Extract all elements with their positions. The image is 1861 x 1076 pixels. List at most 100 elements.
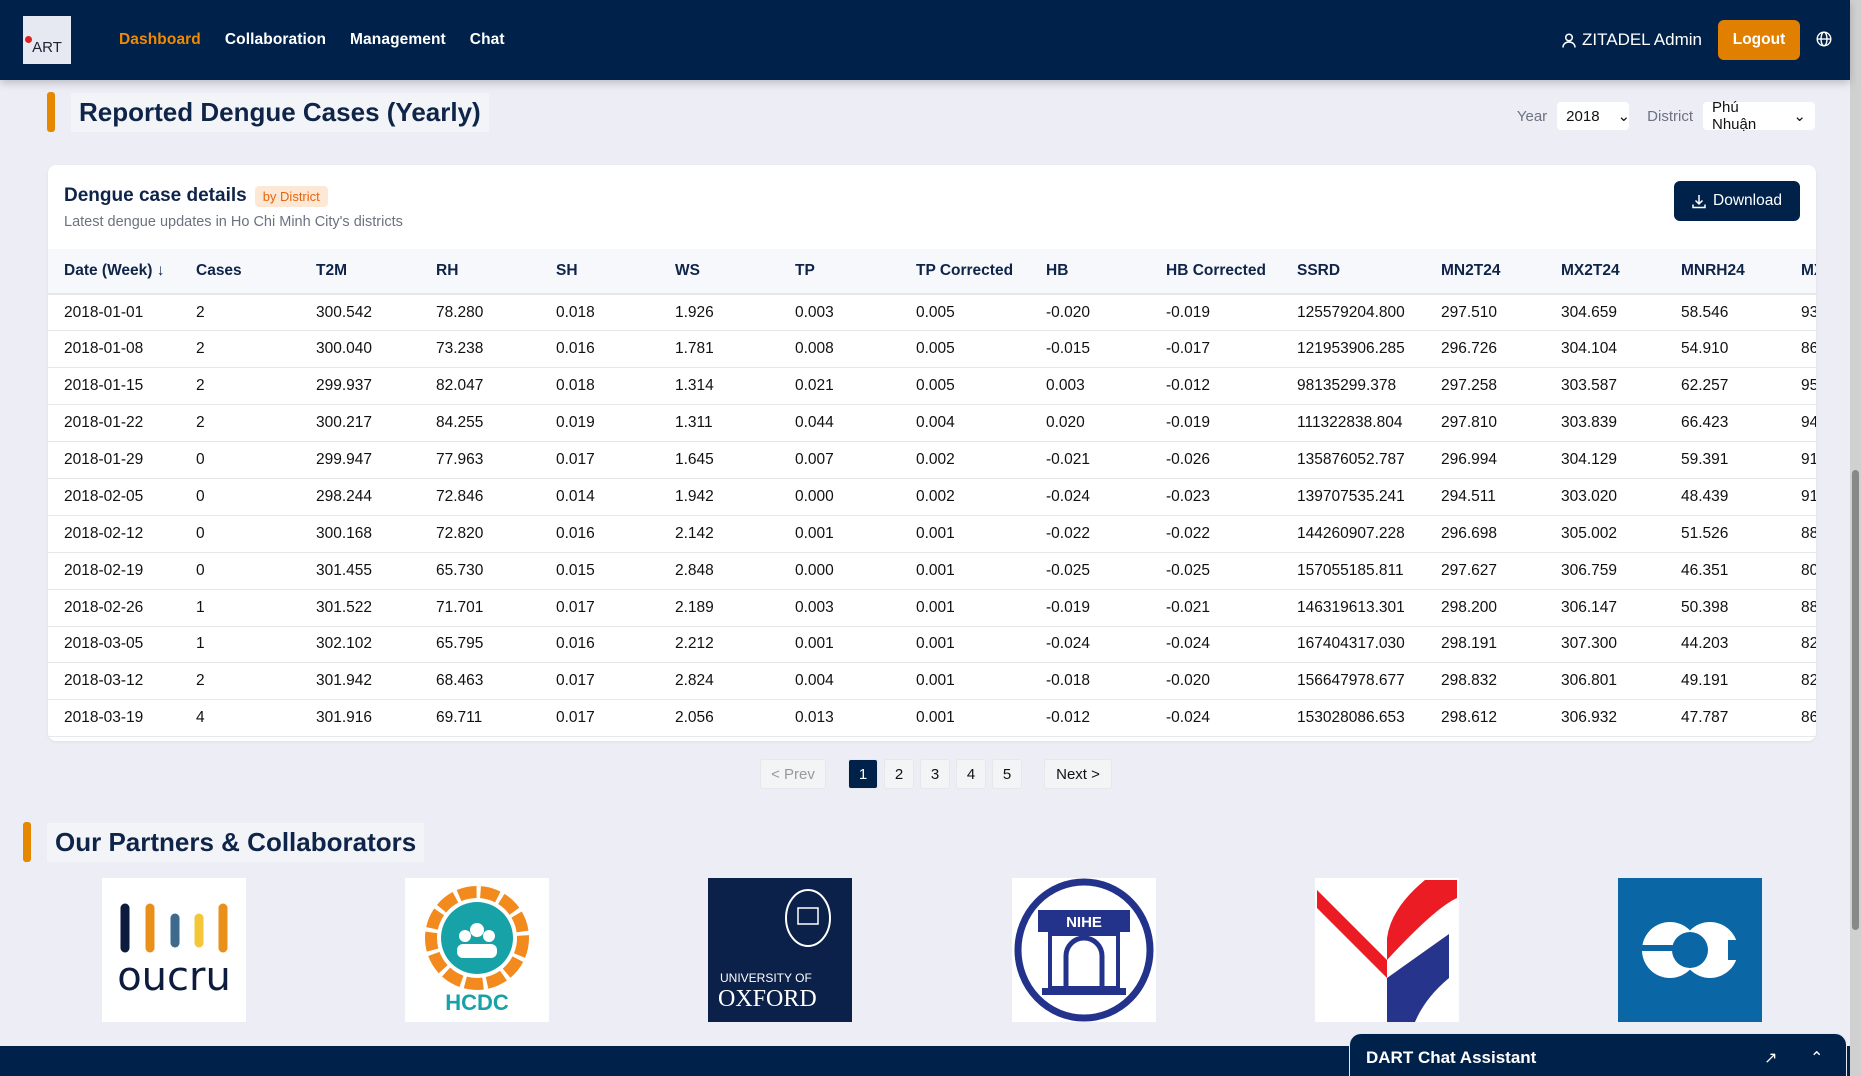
table-cell: 296.698 bbox=[1441, 515, 1561, 553]
nihe-logo[interactable]: NIHE bbox=[1012, 878, 1156, 1022]
table-row: 2018-02-12 0 300.168 72.820 0.016 2.142 0.001 0… bbox=[48, 515, 1816, 553]
table-cell: 300.040 bbox=[316, 330, 436, 369]
next-page-button[interactable]: Next > bbox=[1044, 759, 1112, 789]
page-1-button[interactable]: 1 bbox=[848, 759, 878, 789]
table-cell: 296.994 bbox=[1441, 441, 1561, 479]
district-select[interactable]: Phú Nhuận ⌄ bbox=[1703, 99, 1815, 133]
table-cell: 157055185.811 bbox=[1297, 552, 1441, 590]
svg-text:OXFORD: OXFORD bbox=[718, 986, 817, 1012]
download-label: Download bbox=[1713, 192, 1782, 209]
table-cell: 59.391 bbox=[1681, 441, 1801, 479]
table-cell: 2018-03-19 bbox=[48, 699, 196, 738]
table-cell: 2018-02-19 bbox=[48, 552, 196, 590]
table-cell: 95 bbox=[1801, 367, 1816, 406]
table-cell: 0.016 bbox=[556, 626, 675, 664]
dengue-table: Date (Week) ↓ Cases T2M RH SH WS TP TP Correcte… bbox=[48, 249, 1816, 738]
user-menu[interactable]: ZITADEL Admin bbox=[1562, 30, 1702, 50]
table-cell: 139707535.241 bbox=[1297, 478, 1441, 516]
chat-title: DART Chat Assistant bbox=[1366, 1048, 1537, 1067]
table-cell: 300.542 bbox=[316, 294, 436, 332]
chevron-down-icon: ⌄ bbox=[1617, 108, 1631, 125]
svg-text:NIHE: NIHE bbox=[1066, 914, 1102, 931]
table-row: 2018-03-05 1 302.102 65.795 0.016 2.212 0.001 0… bbox=[48, 626, 1816, 664]
page-3-button[interactable]: 3 bbox=[920, 759, 950, 789]
nav-management[interactable]: Management bbox=[350, 31, 446, 49]
table-cell: 0.001 bbox=[916, 626, 1046, 664]
table-cell: 144260907.228 bbox=[1297, 515, 1441, 553]
red-blue-y-logo[interactable] bbox=[1315, 878, 1459, 1022]
table-cell: 0.016 bbox=[556, 330, 675, 369]
card-subtitle: Latest dengue updates in Ho Chi Minh Cit… bbox=[64, 214, 403, 230]
table-cell: 0.007 bbox=[795, 441, 916, 479]
year-label: Year bbox=[1516, 107, 1548, 125]
table-cell: -0.020 bbox=[1166, 662, 1297, 701]
year-select[interactable]: 2018 ⌄ bbox=[1557, 102, 1631, 130]
table-cell: 0.000 bbox=[795, 478, 916, 516]
table-cell: 48.439 bbox=[1681, 478, 1801, 516]
table-cell: 302.102 bbox=[316, 626, 436, 664]
app-logo[interactable]: ART bbox=[23, 16, 71, 64]
table-cell: 0.017 bbox=[556, 662, 675, 701]
year-value: 2018 bbox=[1566, 107, 1600, 125]
table-cell: 304.104 bbox=[1561, 330, 1681, 369]
table-cell: 0 bbox=[196, 552, 316, 590]
table-cell: -0.019 bbox=[1166, 294, 1297, 332]
table-cell: 91 bbox=[1801, 478, 1816, 516]
table-cell: 300.168 bbox=[316, 515, 436, 553]
table-cell: 0.017 bbox=[556, 441, 675, 479]
page-4-button[interactable]: 4 bbox=[956, 759, 986, 789]
nav-collaboration[interactable]: Collaboration bbox=[225, 31, 326, 49]
table-cell: 0.003 bbox=[795, 294, 916, 332]
table-cell: 0.001 bbox=[916, 589, 1046, 627]
table-cell: 0.003 bbox=[1046, 367, 1166, 406]
user-name: ZITADEL Admin bbox=[1582, 30, 1702, 49]
column-header: TP Corrected bbox=[916, 249, 1046, 295]
table-cell: 300.217 bbox=[316, 404, 436, 443]
table-row: 2018-01-29 0 299.947 77.963 0.017 1.645 0.007 0… bbox=[48, 441, 1816, 479]
table-cell: 0.004 bbox=[916, 404, 1046, 443]
table-cell: 72.820 bbox=[436, 515, 556, 553]
table-cell: 77.963 bbox=[436, 441, 556, 479]
nav-chat[interactable]: Chat bbox=[470, 31, 505, 49]
table-row: 2018-02-19 0 301.455 65.730 0.015 2.848 0.000 0… bbox=[48, 552, 1816, 590]
prev-page-button[interactable]: < Prev bbox=[760, 759, 826, 789]
table-cell: 2 bbox=[196, 330, 316, 369]
table-cell: 0 bbox=[196, 441, 316, 479]
expand-icon[interactable]: ↗ bbox=[1764, 1048, 1777, 1068]
hcdc-logo[interactable]: HCDC bbox=[405, 878, 549, 1022]
district-value: Phú Nhuận bbox=[1712, 99, 1757, 133]
chevron-up-icon[interactable]: ⌃ bbox=[1810, 1048, 1823, 1068]
filters: Year 2018 ⌄ District Phú Nhuận ⌄ bbox=[1516, 99, 1815, 133]
table-cell: 303.020 bbox=[1561, 478, 1681, 516]
page-5-button[interactable]: 5 bbox=[992, 759, 1022, 789]
page-scrollbar[interactable] bbox=[1850, 0, 1861, 1076]
globe-icon[interactable] bbox=[1816, 31, 1832, 47]
download-button[interactable]: Download bbox=[1674, 181, 1800, 221]
svg-text:HCDC: HCDC bbox=[445, 990, 509, 1015]
table-row: 2018-01-22 2 300.217 84.255 0.019 1.311 0.044 0… bbox=[48, 404, 1816, 443]
column-header[interactable]: Date (Week) ↓ bbox=[48, 249, 196, 295]
logout-button[interactable]: Logout bbox=[1718, 20, 1800, 60]
table-cell: 125579204.800 bbox=[1297, 294, 1441, 332]
table-cell: 0.001 bbox=[795, 515, 916, 553]
page-2-button[interactable]: 2 bbox=[884, 759, 914, 789]
table-cell: 0.003 bbox=[795, 589, 916, 627]
oxford-logo[interactable]: UNIVERSITY OFOXFORD bbox=[708, 878, 852, 1022]
title-accent bbox=[23, 822, 31, 862]
table-cell: 0 bbox=[196, 478, 316, 516]
table-cell: 2 bbox=[196, 367, 316, 406]
table-cell: -0.022 bbox=[1166, 515, 1297, 553]
table-cell: 86 bbox=[1801, 699, 1816, 738]
oucru-logo[interactable]: oucru bbox=[102, 878, 246, 1022]
nav-dashboard[interactable]: Dashboard bbox=[119, 31, 201, 49]
chat-assistant-widget[interactable]: DART Chat Assistant ↗ ⌃ bbox=[1349, 1033, 1847, 1076]
table-cell: 0.001 bbox=[916, 552, 1046, 590]
table-cell: -0.023 bbox=[1166, 478, 1297, 516]
scrollbar-thumb[interactable] bbox=[1852, 470, 1859, 930]
table-cell: 0.001 bbox=[916, 515, 1046, 553]
table-cell: 2018-02-12 bbox=[48, 515, 196, 553]
table-cell: 1.942 bbox=[675, 478, 795, 516]
ecmwf-logo[interactable] bbox=[1618, 878, 1762, 1022]
svg-text:UNIVERSITY OF: UNIVERSITY OF bbox=[720, 971, 812, 985]
table-cell: 299.937 bbox=[316, 367, 436, 406]
